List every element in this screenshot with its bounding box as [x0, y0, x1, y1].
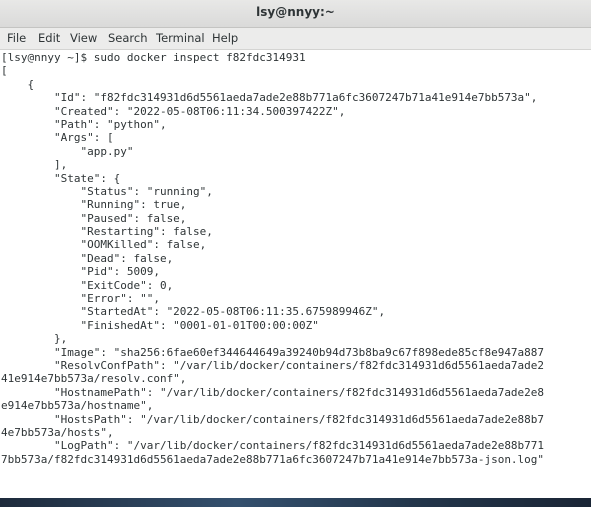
terminal-line: 4e7bb573a/hosts", [1, 425, 114, 439]
menu-terminal[interactable]: Terminal [156, 31, 205, 45]
terminal-line: "Args": [ [1, 131, 114, 145]
terminal-line: "Pid": 5009, [1, 265, 160, 279]
menu-file[interactable]: File [7, 31, 26, 45]
terminal-line: [ [1, 64, 8, 78]
terminal-window: lsy@nnyy:~ File Edit View Search Termina… [0, 0, 591, 507]
terminal-line: "ExitCode": 0, [1, 278, 174, 292]
menu-edit[interactable]: Edit [38, 31, 60, 45]
terminal-line: "Dead": false, [1, 251, 174, 265]
terminal-line: "Error": "", [1, 292, 160, 306]
terminal-line: "Created": "2022-05-08T06:11:34.50039742… [1, 104, 346, 118]
terminal-line: "ResolvConfPath": "/var/lib/docker/conta… [1, 358, 545, 372]
terminal-text: [lsy@nnyy ~]$ sudo docker inspect f82fdc… [0, 50, 591, 466]
menu-search[interactable]: Search [108, 31, 148, 45]
terminal-output[interactable]: [lsy@nnyy ~]$ sudo docker inspect f82fdc… [0, 50, 591, 498]
terminal-line: }, [1, 332, 68, 346]
window-title: lsy@nnyy:~ [256, 5, 335, 19]
terminal-line: "Id": "f82fdc314931d6d5561aeda7ade2e88b7… [1, 91, 538, 105]
menu-help[interactable]: Help [212, 31, 238, 45]
menu-bar: File Edit View Search Terminal Help [0, 28, 591, 50]
terminal-line: "LogPath": "/var/lib/docker/containers/f… [1, 439, 545, 453]
terminal-line: "Restarting": false, [1, 225, 213, 239]
terminal-line: ], [1, 158, 68, 172]
terminal-line: "OOMKilled": false, [1, 238, 207, 252]
terminal-line: "app.py" [1, 144, 134, 158]
terminal-line: "HostsPath": "/var/lib/docker/containers… [1, 412, 545, 426]
terminal-line: e914e7bb573a/hostname", [1, 399, 154, 413]
terminal-line: "Paused": false, [1, 211, 187, 225]
terminal-line: "Image": "sha256:6fae60ef344644649a39240… [1, 345, 545, 359]
terminal-line: "Path": "python", [1, 117, 167, 131]
terminal-line: 7bb573a/f82fdc314931d6d5561aeda7ade2e88b… [1, 452, 545, 466]
terminal-line: 41e914e7bb573a/resolv.conf", [1, 372, 187, 386]
desktop-background-strip [0, 498, 591, 507]
menu-view[interactable]: View [70, 31, 97, 45]
terminal-line: "State": { [1, 171, 121, 185]
terminal-line: "StartedAt": "2022-05-08T06:11:35.675989… [1, 305, 386, 319]
terminal-line: "Status": "running", [1, 184, 213, 198]
terminal-line: "HostnamePath": "/var/lib/docker/contain… [1, 385, 545, 399]
terminal-line: "Running": true, [1, 198, 187, 212]
title-bar[interactable]: lsy@nnyy:~ [0, 0, 591, 28]
terminal-line: { [1, 77, 35, 91]
terminal-line: "FinishedAt": "0001-01-01T00:00:00Z" [1, 318, 319, 332]
terminal-line: [lsy@nnyy ~]$ sudo docker inspect f82fdc… [1, 51, 306, 64]
